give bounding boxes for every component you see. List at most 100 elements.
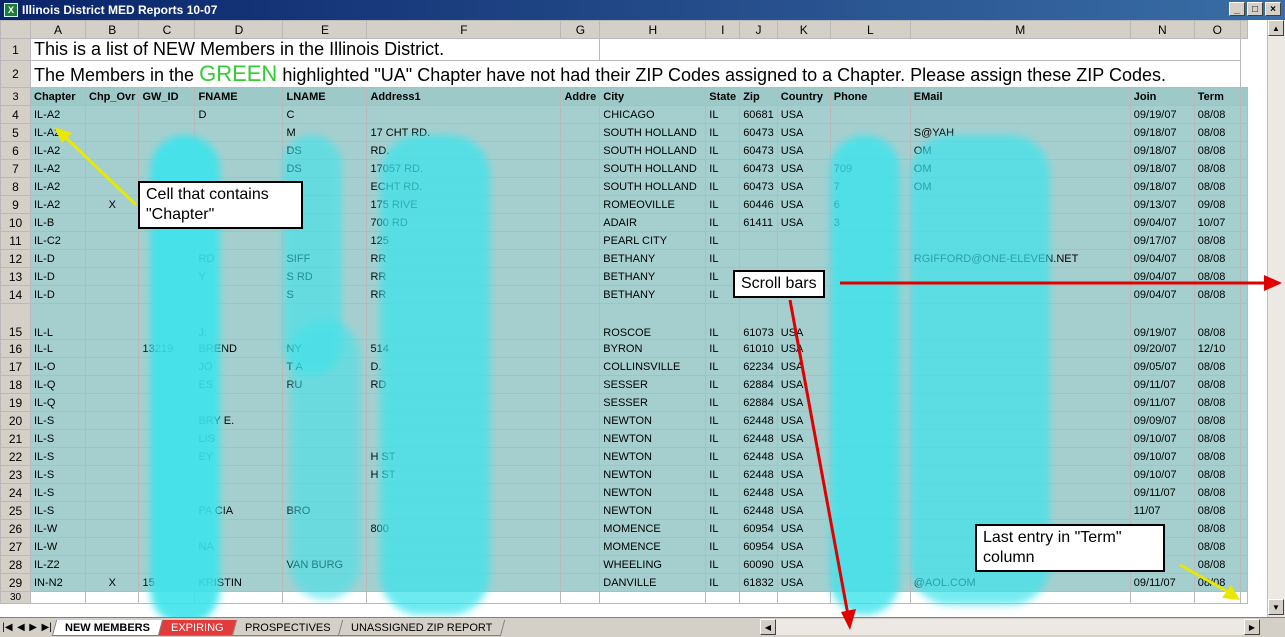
column-title[interactable]: Join — [1129, 87, 1195, 106]
blank-cell[interactable] — [1239, 123, 1248, 142]
country-cell[interactable]: USA — [776, 105, 831, 124]
chapter-cell[interactable]: IL-S — [30, 429, 86, 448]
chp-ovr-cell[interactable] — [84, 141, 140, 160]
state-cell[interactable]: IL — [705, 141, 741, 160]
city-cell[interactable]: SESSER — [599, 375, 707, 394]
chp-ovr-cell[interactable] — [84, 339, 140, 358]
addre-cell[interactable] — [560, 537, 601, 556]
blank-cell[interactable] — [1239, 267, 1248, 286]
row-header[interactable]: 27 — [0, 537, 31, 556]
chapter-cell[interactable]: IL-O — [30, 357, 86, 376]
zip-cell[interactable] — [739, 231, 778, 250]
row-header[interactable]: 28 — [0, 555, 31, 574]
blank-cell[interactable] — [1239, 249, 1248, 268]
term-cell[interactable]: 08/08 — [1193, 249, 1241, 268]
addre-cell[interactable] — [560, 303, 601, 340]
city-cell[interactable]: DANVILLE — [599, 573, 707, 592]
row-header[interactable]: 24 — [0, 483, 31, 502]
join-cell[interactable]: 09/18/07 — [1129, 141, 1195, 160]
column-header[interactable]: E — [282, 20, 368, 39]
chapter-cell[interactable]: IL-A2 — [30, 195, 86, 214]
state-cell[interactable]: IL — [705, 429, 741, 448]
zip-cell[interactable]: 60446 — [739, 195, 778, 214]
prev-tab-icon[interactable]: ◀ — [17, 622, 25, 633]
zip-cell[interactable]: 61832 — [739, 573, 778, 592]
country-cell[interactable]: USA — [776, 573, 831, 592]
chapter-cell[interactable]: IL-S — [30, 501, 86, 520]
zip-cell[interactable]: 62448 — [739, 447, 778, 466]
row-header[interactable]: 8 — [0, 177, 31, 196]
join-cell[interactable]: 09/04/07 — [1129, 249, 1195, 268]
chp-ovr-cell[interactable] — [84, 357, 140, 376]
addre-cell[interactable] — [560, 555, 601, 574]
city-cell[interactable]: BETHANY — [599, 249, 707, 268]
city-cell[interactable]: NEWTON — [599, 447, 707, 466]
last-tab-icon[interactable]: ▶| — [41, 622, 51, 633]
email-cell[interactable] — [909, 105, 1131, 124]
column-header[interactable]: K — [776, 20, 831, 39]
chp-ovr-cell[interactable]: X — [84, 195, 140, 214]
row-header[interactable]: 5 — [0, 123, 31, 142]
state-cell[interactable]: IL — [705, 249, 741, 268]
state-cell[interactable]: IL — [705, 339, 741, 358]
blank-cell[interactable] — [1239, 411, 1248, 430]
addre-cell[interactable] — [560, 357, 601, 376]
city-cell[interactable]: MOMENCE — [599, 519, 707, 538]
addre-cell[interactable] — [560, 375, 601, 394]
column-header[interactable]: A — [30, 20, 86, 39]
blank-cell[interactable] — [1239, 537, 1248, 556]
chapter-cell[interactable]: IL-D — [30, 285, 86, 304]
term-cell[interactable]: 08/08 — [1193, 393, 1241, 412]
blank-cell[interactable] — [1239, 141, 1248, 160]
addre-cell[interactable] — [560, 483, 601, 502]
blank-cell[interactable] — [84, 591, 140, 604]
row-header[interactable]: 14 — [0, 285, 31, 304]
zip-cell[interactable]: 62448 — [739, 411, 778, 430]
join-cell[interactable]: 09/19/07 — [1129, 303, 1195, 340]
join-cell[interactable]: 09/11/07 — [1129, 483, 1195, 502]
join-cell[interactable]: 09/11/07 — [1129, 573, 1195, 592]
chp-ovr-cell[interactable] — [84, 303, 140, 340]
city-cell[interactable]: WHEELING — [599, 555, 707, 574]
blank-cell[interactable] — [1239, 519, 1248, 538]
city-cell[interactable]: NEWTON — [599, 483, 707, 502]
state-cell[interactable]: IL — [705, 501, 741, 520]
city-cell[interactable]: COLLINSVILLE — [599, 357, 707, 376]
chp-ovr-cell[interactable] — [84, 393, 140, 412]
row-header[interactable]: 26 — [0, 519, 31, 538]
state-cell[interactable]: IL — [705, 411, 741, 430]
join-cell[interactable]: 09/18/07 — [1129, 177, 1195, 196]
chapter-cell[interactable]: IL-D — [30, 267, 86, 286]
blank-cell[interactable] — [1239, 357, 1248, 376]
state-cell[interactable]: IL — [705, 519, 741, 538]
chapter-cell[interactable]: IL-A2 — [30, 141, 86, 160]
state-cell[interactable]: IL — [705, 483, 741, 502]
zip-cell[interactable]: 60954 — [739, 519, 778, 538]
lname-cell[interactable]: C — [282, 105, 368, 124]
column-header[interactable]: O — [1193, 20, 1241, 39]
chapter-cell[interactable]: IL-B — [30, 213, 86, 232]
term-cell[interactable]: 08/08 — [1193, 573, 1241, 592]
zip-cell[interactable]: 60954 — [739, 537, 778, 556]
row-header[interactable]: 3 — [0, 87, 31, 106]
column-header[interactable]: H — [599, 20, 707, 39]
zip-cell[interactable]: 60473 — [739, 177, 778, 196]
addre-cell[interactable] — [560, 519, 601, 538]
addre-cell[interactable] — [560, 141, 601, 160]
term-cell[interactable]: 08/08 — [1193, 105, 1241, 124]
join-cell[interactable]: 09/18/07 — [1129, 159, 1195, 178]
city-cell[interactable]: SOUTH HOLLAND — [599, 159, 707, 178]
tab-prospectives[interactable]: PROSPECTIVES — [231, 619, 344, 636]
scroll-down-arrow-icon[interactable]: ▼ — [1268, 599, 1284, 615]
term-cell[interactable]: 10/07 — [1193, 213, 1241, 232]
chp-ovr-cell[interactable] — [84, 411, 140, 430]
country-cell[interactable]: USA — [776, 465, 831, 484]
addre-cell[interactable] — [560, 231, 601, 250]
zip-cell[interactable]: 62448 — [739, 465, 778, 484]
country-cell[interactable]: USA — [776, 195, 831, 214]
row-header[interactable]: 22 — [0, 447, 31, 466]
next-tab-icon[interactable]: ▶ — [29, 622, 37, 633]
term-cell[interactable]: 08/08 — [1193, 429, 1241, 448]
gw-id-cell[interactable] — [138, 105, 196, 124]
zip-cell[interactable]: 60473 — [739, 159, 778, 178]
